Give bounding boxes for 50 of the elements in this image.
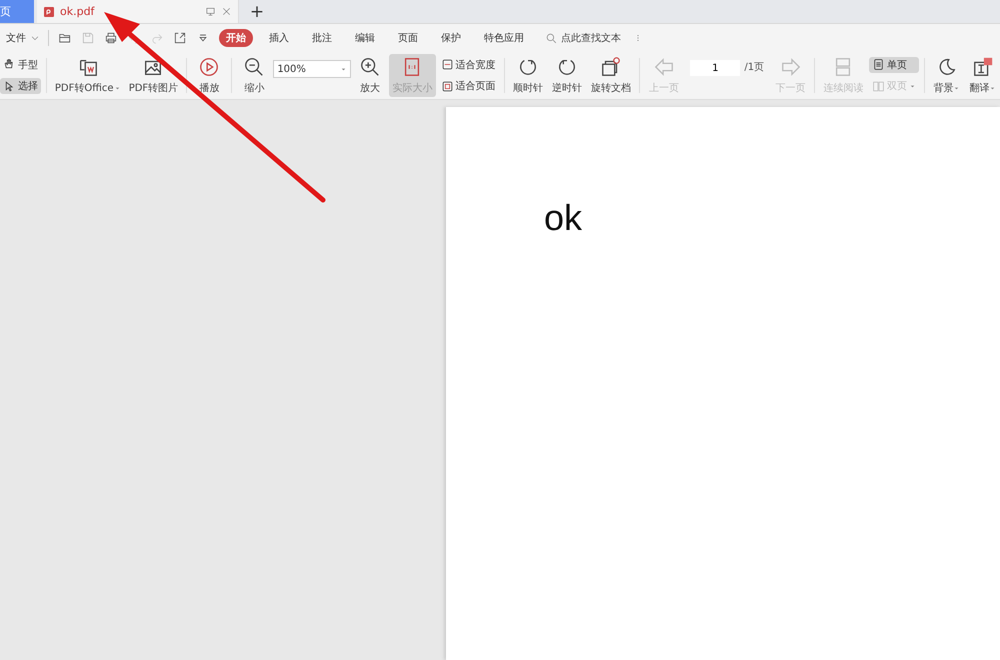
ribbon-tab[interactable]: 特色应用: [477, 29, 531, 47]
zoom-dropdown[interactable]: 100%: [273, 60, 351, 78]
toolbar-button[interactable]: PDF转Office: [52, 54, 124, 97]
fit-width-icon: [440, 58, 454, 72]
toolbar-button[interactable]: 手型: [0, 56, 41, 73]
toolbar-button[interactable]: 播放: [192, 54, 226, 97]
toolbar-button[interactable]: 顺时针: [510, 54, 547, 97]
print-icon: [104, 31, 118, 45]
right-arrow-icon: [780, 56, 802, 78]
new-tab-button[interactable]: +: [239, 0, 275, 23]
translate-icon: [972, 56, 994, 78]
toolbar-button[interactable]: 适合宽度: [438, 56, 499, 73]
save-icon: [81, 31, 95, 45]
open-folder-icon: [58, 31, 72, 45]
toolbar-button[interactable]: 旋转文档: [588, 54, 634, 97]
toolbar-button[interactable]: 单页: [868, 56, 919, 73]
document-tab[interactable]: ok.pdf: [37, 0, 239, 23]
fit-page-icon: [440, 80, 454, 93]
ribbon-tab[interactable]: 页面: [391, 29, 425, 47]
cursor-icon: [3, 80, 16, 93]
document-text: ok: [544, 197, 582, 238]
double-page-icon: [872, 80, 885, 93]
toolbar-button[interactable]: 缩小: [237, 54, 272, 97]
export-icon: [173, 31, 187, 45]
close-icon: [221, 6, 232, 17]
pdf-icon: [43, 6, 55, 18]
toolbar-button[interactable]: 选择: [0, 78, 41, 94]
toolbar-button[interactable]: PDF转图片: [126, 54, 182, 97]
search-icon: [545, 32, 558, 44]
ribbon-tab[interactable]: 编辑: [348, 29, 382, 47]
page-number-field[interactable]: 1: [690, 60, 740, 76]
toolbar-button[interactable]: 逆时针: [548, 54, 586, 97]
toolbar-button[interactable]: 放大: [352, 54, 387, 97]
toolbar-button[interactable]: 翻译: [966, 54, 1000, 97]
file-menu-button[interactable]: 文件: [4, 28, 42, 48]
ribbon-tab[interactable]: 批注: [305, 29, 339, 47]
toolbar-button[interactable]: 适合页面: [438, 78, 499, 94]
ribbon-tab[interactable]: 保护: [434, 29, 468, 47]
zoom-out-icon: [243, 56, 266, 78]
page-total-label: /1页: [744, 61, 764, 75]
ribbon-tab[interactable]: 开始: [219, 29, 253, 47]
rotate-document-icon: [600, 56, 622, 78]
monitor-icon: [205, 6, 216, 17]
zoom-in-icon: [358, 56, 381, 78]
single-page-icon: [872, 58, 885, 72]
left-arrow-icon: [652, 56, 675, 78]
toolbar-button[interactable]: 背景: [930, 54, 964, 97]
caret-icon: [340, 66, 347, 72]
play-icon: [198, 56, 220, 78]
ribbon-tab[interactable]: 插入: [262, 29, 296, 47]
